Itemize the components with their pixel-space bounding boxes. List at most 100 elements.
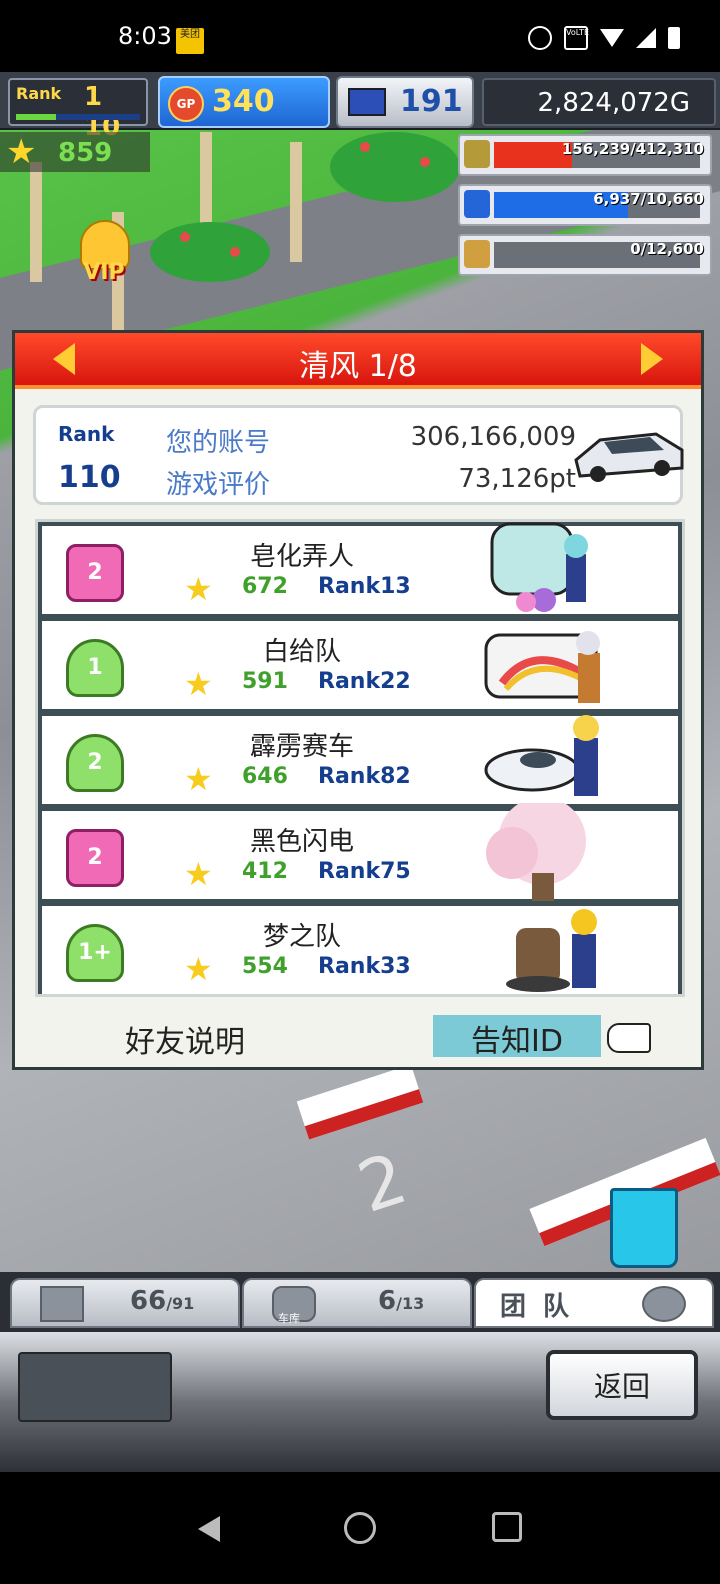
tab-parts-value: 66/91 bbox=[130, 1286, 195, 1316]
top-hud: Rank 1 10 GP 340 191 2,824,072G bbox=[0, 72, 720, 142]
rank-progress-bar bbox=[16, 114, 140, 120]
tab-parts[interactable]: 66/91 bbox=[10, 1278, 240, 1328]
friend-name: 霹雳赛车 bbox=[249, 732, 354, 762]
friend-name: 皂化弄人 bbox=[249, 542, 354, 572]
account-rank-value: 110 bbox=[58, 460, 121, 495]
gp-value: 340 bbox=[212, 84, 275, 119]
pit-wall bbox=[296, 1064, 424, 1140]
star-icon: ★ bbox=[6, 132, 37, 172]
tab-team[interactable]: 团 队 bbox=[474, 1278, 714, 1328]
tree-stump-avatar-icon bbox=[506, 909, 597, 992]
dialog-title: 清风 1/8 bbox=[299, 349, 417, 384]
friend-row[interactable]: 2 黑色闪电 ★ 412 Rank75 bbox=[42, 803, 678, 901]
friend-row[interactable]: 1+ 梦之队 ★ 554 Rank33 bbox=[42, 906, 678, 994]
next-page-arrow-icon[interactable] bbox=[641, 343, 663, 375]
flower-icon bbox=[360, 142, 370, 152]
friend-stars: 591 bbox=[242, 669, 288, 694]
rating-label: 游戏评价 bbox=[166, 470, 271, 500]
friend-row[interactable]: 1 白给队 ★ 591 Rank22 bbox=[42, 621, 678, 709]
grain-icon bbox=[464, 240, 490, 268]
friend-rank: Rank33 bbox=[318, 954, 411, 979]
flower-bush-icon bbox=[150, 222, 270, 282]
back-button[interactable]: 返回 bbox=[546, 1350, 698, 1420]
fuel-barrel-icon bbox=[464, 140, 490, 168]
resource-text: 156,239/412,310 bbox=[561, 140, 704, 158]
bottom-tab-bar: 66/91 车库 6/13 团 队 bbox=[0, 1272, 720, 1332]
oil-bottle-icon bbox=[464, 190, 490, 218]
friend-level-badge: 2 bbox=[66, 544, 124, 602]
status-bar: 8:03 美团 VoLTE bbox=[0, 0, 720, 72]
friend-name: 梦之队 bbox=[262, 922, 341, 952]
friend-level-badge: 2 bbox=[66, 829, 124, 887]
stars-panel: ★ 859 bbox=[0, 132, 150, 172]
account-card: Rank 110 您的账号 306,166,009 游戏评价 73,126pt bbox=[33, 405, 684, 505]
pc-panel[interactable]: 191 bbox=[336, 76, 474, 128]
friend-row[interactable]: 2 皂化弄人 ★ 672 Rank13 bbox=[42, 522, 678, 614]
rank-panel[interactable]: Rank 1 10 bbox=[8, 78, 148, 142]
friend-stars: 646 bbox=[242, 764, 288, 789]
pc-value: 191 bbox=[400, 84, 463, 119]
flower-icon bbox=[230, 247, 240, 257]
friend-level-badge: 1 bbox=[66, 639, 124, 697]
account-id-value: 306,166,009 bbox=[410, 422, 576, 452]
volte-icon: VoLTE bbox=[564, 26, 589, 50]
nav-back-icon[interactable] bbox=[198, 1516, 220, 1542]
friend-rank: Rank82 bbox=[318, 764, 411, 789]
money-value: 2,824,072G bbox=[537, 88, 690, 118]
resource-bars: 156,239/412,310 6,937/10,660 0/12,600 bbox=[458, 134, 712, 284]
friend-row[interactable]: 2 霹雳赛车 ★ 646 Rank82 bbox=[42, 715, 678, 804]
tab-garage[interactable]: 车库 6/13 bbox=[242, 1278, 472, 1328]
vip-label: VIP bbox=[83, 260, 125, 285]
computer-icon bbox=[348, 88, 386, 116]
car-icon bbox=[574, 432, 684, 482]
status-icons: VoLTE bbox=[528, 26, 680, 50]
resource-fuel: 156,239/412,310 bbox=[458, 134, 712, 176]
nav-recents-icon[interactable] bbox=[492, 1512, 522, 1542]
flower-bush-icon bbox=[330, 132, 460, 202]
vip-marker[interactable]: VIP bbox=[66, 220, 142, 296]
nav-home-icon[interactable] bbox=[344, 1512, 376, 1544]
friend-car-avatar-icon bbox=[484, 715, 599, 796]
friend-rank: Rank13 bbox=[318, 574, 411, 599]
garage-label: 车库 bbox=[278, 1312, 300, 1325]
friends-dialog: 清风 1/8 Rank 110 您的账号 306,166,009 游戏评价 73… bbox=[12, 330, 704, 1070]
star-icon: ★ bbox=[184, 855, 213, 893]
friend-list: 2 皂化弄人 ★ 672 Rank13 1 白给队 ★ 591 Rank22 2… bbox=[35, 519, 685, 997]
palm-tree-icon bbox=[30, 162, 42, 282]
flower-icon bbox=[180, 232, 190, 242]
friend-stars: 554 bbox=[242, 954, 288, 979]
action-console: 返回 bbox=[0, 1332, 720, 1472]
parts-crate-icon bbox=[40, 1286, 84, 1322]
empty-slot-panel bbox=[18, 1352, 172, 1422]
star-icon: ★ bbox=[184, 950, 213, 988]
wifi-icon bbox=[600, 29, 624, 47]
palm-tree-icon bbox=[290, 142, 302, 262]
flower-icon bbox=[420, 157, 430, 167]
friend-explanation-button[interactable]: 好友说明 bbox=[125, 1017, 245, 1061]
pointing-hand-icon bbox=[607, 1023, 651, 1053]
resource-text: 6,937/10,660 bbox=[593, 190, 704, 208]
cherry-tree-avatar-icon bbox=[486, 803, 586, 901]
dialog-header: 清风 1/8 bbox=[15, 333, 701, 389]
trash-can-icon[interactable] bbox=[610, 1188, 678, 1268]
friend-car-avatar-icon bbox=[484, 631, 600, 703]
friend-stars: 672 bbox=[242, 574, 288, 599]
tab-garage-value: 6/13 bbox=[378, 1286, 425, 1316]
friend-name: 黑色闪电 bbox=[249, 827, 354, 857]
rank-progress-fill bbox=[16, 114, 56, 120]
resource-grain: 0/12,600 bbox=[458, 234, 712, 276]
friend-level-badge: 1+ bbox=[66, 924, 124, 982]
friend-stars: 412 bbox=[242, 859, 288, 884]
tab-team-label: 团 队 bbox=[500, 1292, 574, 1322]
friend-rank: Rank75 bbox=[318, 859, 411, 884]
friend-rank: Rank22 bbox=[318, 669, 411, 694]
friend-car-avatar-icon bbox=[490, 522, 588, 612]
alarm-icon bbox=[528, 26, 552, 50]
resource-oil: 6,937/10,660 bbox=[458, 184, 712, 226]
notify-id-button[interactable]: 告知ID bbox=[433, 1015, 601, 1059]
resource-text: 0/12,600 bbox=[630, 240, 704, 258]
stars-value: 859 bbox=[58, 138, 113, 168]
gp-panel[interactable]: GP 340 bbox=[158, 76, 330, 128]
gp-coin-icon: GP bbox=[168, 86, 204, 122]
account-rank-label: Rank bbox=[58, 422, 115, 446]
